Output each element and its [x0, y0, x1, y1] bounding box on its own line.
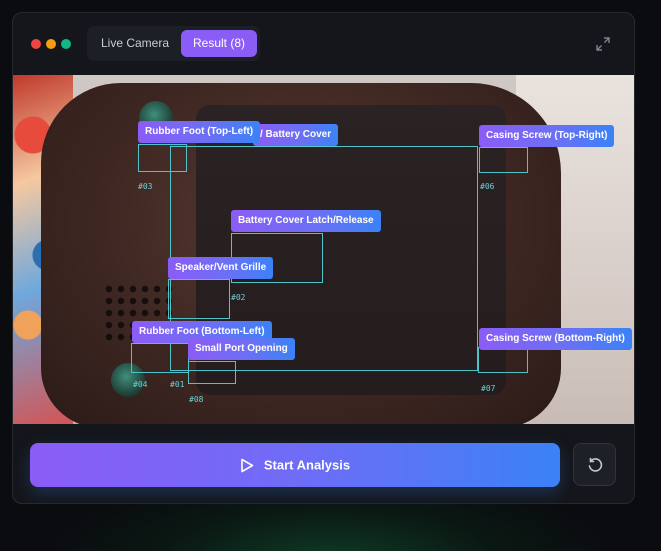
detection-label: Rubber Foot (Top-Left) [138, 121, 261, 143]
detection-box[interactable] [478, 347, 528, 373]
detection-id: #01 [170, 380, 185, 389]
view-tabs: Live Camera Result (8) [87, 26, 260, 61]
detection-id: #06 [480, 182, 495, 191]
start-analysis-label: Start Analysis [263, 457, 351, 473]
analysis-card: Live Camera Result (8) #01 / Battery Cov… [12, 12, 635, 504]
detection-label: Casing Screw (Bottom-Right) [479, 328, 632, 350]
tab-result[interactable]: Result (8) [181, 30, 257, 57]
tab-live-camera[interactable]: Live Camera [91, 30, 179, 57]
detection-id: #08 [189, 395, 204, 404]
detection-id: #02 [231, 293, 246, 302]
title-bar: Live Camera Result (8) [13, 13, 634, 75]
rotate-ccw-icon [588, 457, 603, 472]
detection-id: #04 [133, 380, 148, 389]
close-window-dot[interactable] [31, 39, 41, 49]
detection-box[interactable] [168, 279, 230, 319]
detection-box[interactable] [188, 361, 236, 384]
detection-label: Casing Screw (Top-Right) [479, 125, 615, 147]
reset-button[interactable] [573, 443, 616, 486]
camera-result-view: #01 / Battery Cover #02 Battery Cover La… [13, 75, 634, 424]
start-analysis-button[interactable]: Start Analysis [30, 443, 560, 487]
detection-label: Speaker/Vent Grille [168, 257, 274, 279]
detection-label: / Battery Cover [253, 124, 339, 146]
detection-label: Small Port Opening [188, 338, 295, 360]
detection-box[interactable] [131, 343, 189, 373]
detection-box[interactable] [138, 144, 187, 172]
detection-label: Battery Cover Latch/Release [231, 210, 381, 232]
expand-icon[interactable] [596, 37, 610, 51]
maximize-window-dot[interactable] [61, 39, 71, 49]
detection-id: #07 [481, 384, 496, 393]
play-icon [241, 458, 254, 473]
minimize-window-dot[interactable] [46, 39, 56, 49]
detection-id: #03 [138, 182, 153, 191]
detection-box[interactable] [479, 147, 528, 173]
